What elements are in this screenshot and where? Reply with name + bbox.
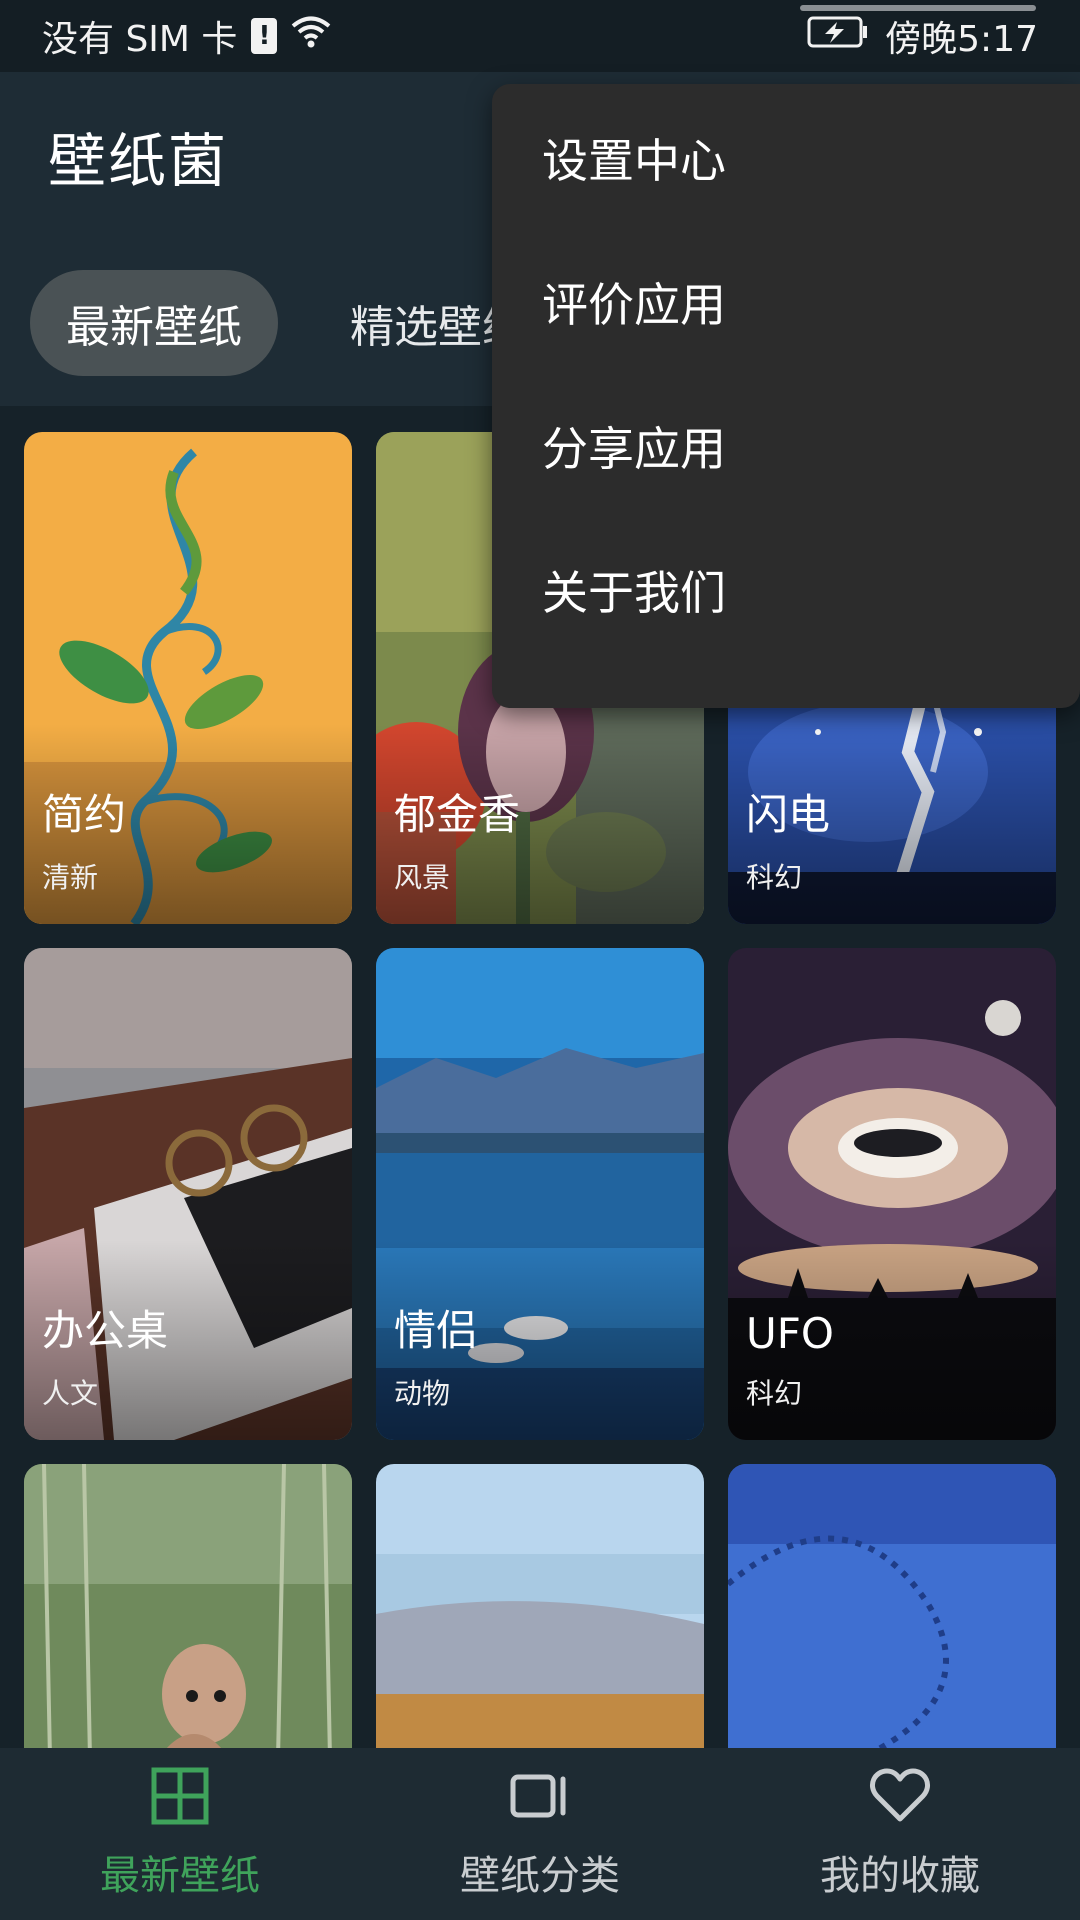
status-bar: 没有 SIM 卡 ! 傍晚5:17	[0, 0, 1080, 72]
wallpaper-category: 科幻	[746, 1377, 803, 1410]
nav-my-favorites[interactable]: 我的收藏	[750, 1767, 1050, 1901]
nav-latest-wallpapers[interactable]: 最新壁纸	[30, 1767, 330, 1901]
category-icon	[509, 1767, 571, 1835]
battery-charging-icon	[807, 15, 869, 58]
wallpaper-card[interactable]: 简约 清新	[24, 432, 352, 924]
app-title: 壁纸菌	[48, 127, 229, 195]
menu-item-rate-app[interactable]: 评价应用	[492, 230, 1080, 374]
grid-icon	[151, 1767, 209, 1835]
wallpaper-card[interactable]: 办公桌 人文	[24, 948, 352, 1440]
wallpaper-title: 情侣	[394, 1306, 479, 1355]
bottom-navigation: 最新壁纸 壁纸分类 我的收藏	[0, 1748, 1080, 1920]
wallpaper-category: 人文	[42, 1377, 99, 1410]
wallpaper-category: 动物	[394, 1377, 451, 1410]
wallpaper-category: 科幻	[746, 861, 803, 894]
menu-item-about-us[interactable]: 关于我们	[492, 518, 1080, 662]
wallpaper-category: 清新	[42, 861, 99, 894]
wallpaper-title: UFO	[746, 1309, 834, 1358]
wallpaper-title: 简约	[42, 790, 127, 839]
clock-text: 傍晚5:17	[885, 19, 1038, 60]
nav-label: 壁纸分类	[460, 1853, 620, 1899]
wallpaper-title: 闪电	[746, 790, 831, 839]
status-right: 傍晚5:17	[807, 10, 1038, 62]
wallpaper-category: 风景	[394, 861, 451, 894]
tab-latest-wallpapers[interactable]: 最新壁纸	[30, 270, 278, 376]
nav-label: 最新壁纸	[100, 1853, 260, 1899]
nav-wallpaper-categories[interactable]: 壁纸分类	[390, 1767, 690, 1901]
overflow-menu: 设置中心 评价应用 分享应用 关于我们	[492, 84, 1080, 708]
wallpaper-title: 郁金香	[394, 790, 521, 839]
wallpaper-title: 办公桌	[42, 1306, 169, 1355]
menu-item-settings[interactable]: 设置中心	[492, 86, 1080, 230]
wallpaper-tabs: 最新壁纸 精选壁纸	[30, 270, 562, 376]
status-left: 没有 SIM 卡 !	[42, 10, 331, 62]
wallpaper-card[interactable]: UFO 科幻	[728, 948, 1056, 1440]
wallpaper-card[interactable]: 情侣 动物	[376, 948, 704, 1440]
nav-label: 我的收藏	[820, 1853, 980, 1899]
sim-alert-icon: !	[251, 18, 278, 54]
app-screen: 没有 SIM 卡 ! 傍晚5:17 壁纸菌 最新壁纸 精选壁纸 简约 清新 郁金…	[0, 0, 1080, 1920]
menu-item-share-app[interactable]: 分享应用	[492, 374, 1080, 518]
status-bar-handle	[800, 5, 1036, 11]
heart-icon	[869, 1767, 931, 1835]
wifi-icon	[291, 15, 331, 58]
carrier-text: 没有 SIM 卡	[42, 19, 238, 60]
